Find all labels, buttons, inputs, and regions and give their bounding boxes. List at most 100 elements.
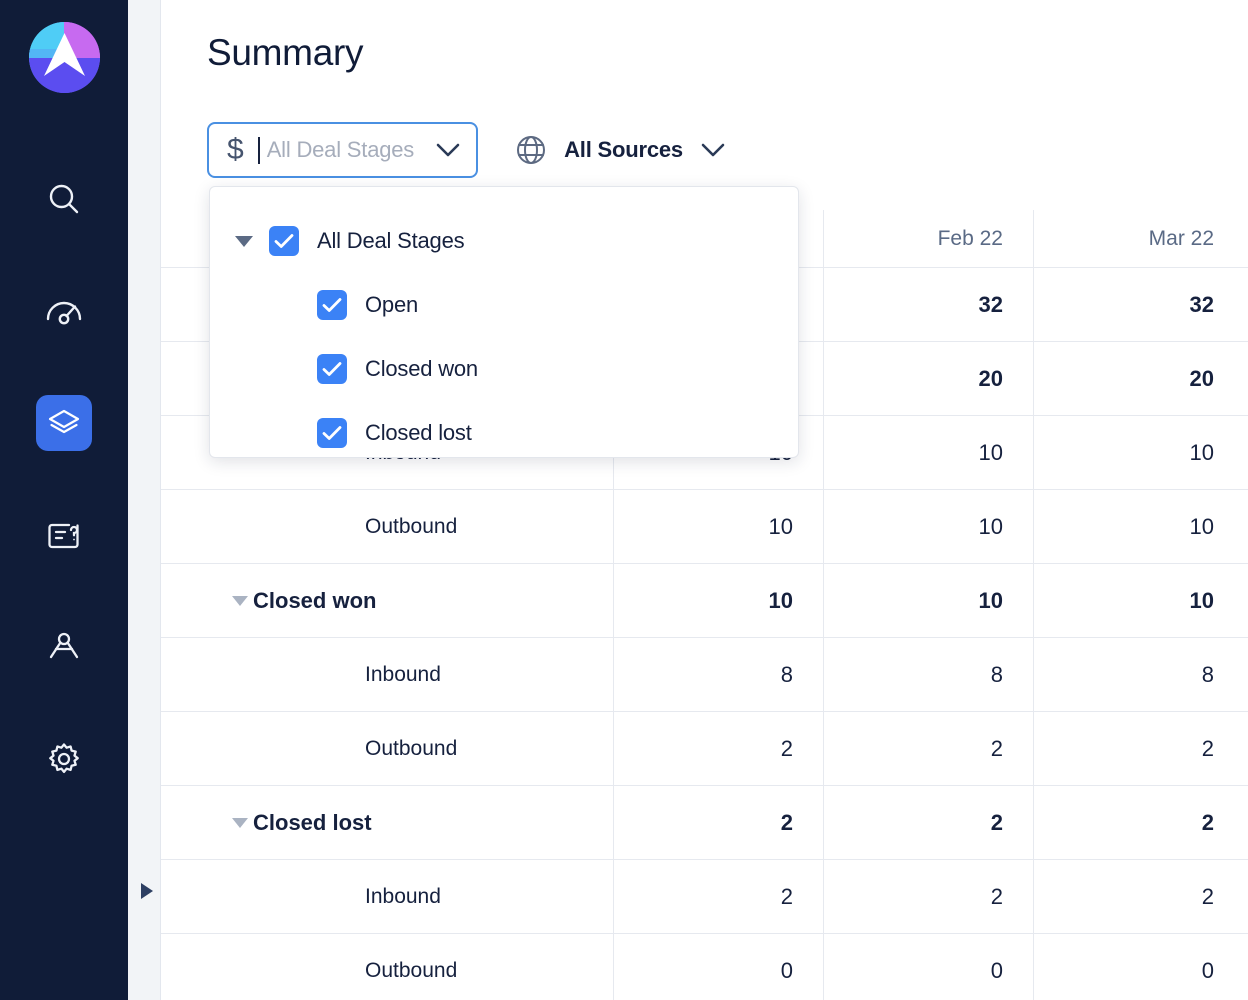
table-cell-value: 10 [1189,513,1214,539]
table-cell: 10 [824,416,1034,489]
sidebar [0,0,128,1000]
table-cell: 8 [614,638,824,711]
table-row-label-cell: Closed won [161,564,614,637]
question-card-icon [46,519,82,551]
caret-down-icon[interactable] [227,595,253,607]
table-cell: 10 [1034,564,1244,637]
table-cell: 10 [1034,416,1244,489]
table-cell-value: 8 [990,661,1003,687]
table-header-mar: Mar 22 [1148,226,1214,250]
table-cell: 10 [824,564,1034,637]
table-cell-value: 0 [990,957,1003,983]
table-row-label-cell: Inbound [161,638,614,711]
table-cell-value: 2 [990,809,1003,835]
gear-icon [46,741,82,777]
dropdown-option[interactable]: All Deal Stages [210,209,798,273]
table-cell-value: 8 [1201,661,1214,687]
collapsed-panel-gutter [128,0,161,1000]
source-filter[interactable]: All Sources [514,133,725,167]
caret-down-icon[interactable] [231,235,257,248]
table-row-label-cell: Outbound [161,712,614,785]
table-cell-value: 0 [1201,957,1214,983]
dropdown-option[interactable]: Closed won [210,337,798,401]
table-cell: 0 [614,934,824,1000]
table-cell-value: 2 [990,735,1003,761]
dropdown-option-label: All Deal Stages [317,228,465,253]
sidebar-item-summary[interactable] [36,395,92,451]
table-row: Closed won 10 10 10 [161,564,1248,638]
table-cell: 2 [1034,712,1244,785]
table-row-label: Outbound [365,514,458,538]
search-icon [46,181,82,217]
sidebar-item-performance[interactable] [36,283,92,339]
table-cell: 0 [1034,934,1244,1000]
table-cell-value: 10 [768,587,793,613]
table-cell: 10 [614,564,824,637]
sidebar-item-planning[interactable] [36,619,92,675]
dropdown-option-label: Open [365,292,419,317]
deal-stage-filter[interactable]: $ All Deal Stages [207,122,479,178]
table-header-feb: Feb 22 [824,210,1034,267]
checkbox-checked[interactable] [317,290,347,320]
dropdown-option-label: Closed lost [365,420,472,445]
table-row-label-cell: Closed lost [161,786,614,859]
table-cell: 2 [614,860,824,933]
table-cell-value: 10 [978,587,1003,613]
table-cell-value: 10 [978,513,1003,539]
table-cell: 8 [1034,638,1244,711]
dropdown-option-label: Closed won [365,356,478,381]
table-cell: 20 [824,342,1034,415]
table-row-label: Outbound [365,736,458,760]
table-cell-value: 2 [990,883,1003,909]
table-cell-value: 10 [1189,439,1214,465]
chevron-down-icon[interactable] [701,143,725,158]
dropdown-option[interactable]: Closed lost [210,401,798,465]
compass-icon [47,630,81,664]
source-filter-label: All Sources [564,137,683,162]
checkbox-checked[interactable] [317,354,347,384]
table-cell-value: 8 [780,661,793,687]
table-row: Outbound 0 0 0 [161,934,1248,1000]
table-cell: 2 [824,712,1034,785]
table-row-label-cell: Outbound [161,490,614,563]
table-cell-value: 20 [1189,365,1214,391]
table-cell-value: 10 [768,513,793,539]
table-cell-value: 2 [1201,883,1214,909]
deal-stage-input-placeholder[interactable]: All Deal Stages [267,137,415,163]
table-cell: 32 [824,268,1034,341]
sidebar-item-faq[interactable] [36,507,92,563]
table-cell-value: 2 [780,809,793,835]
table-row: Closed lost 2 2 2 [161,786,1248,860]
sidebar-item-search[interactable] [36,171,92,227]
table-cell: 2 [824,786,1034,859]
table-cell: 2 [1034,786,1244,859]
table-cell: 2 [614,712,824,785]
table-cell: 10 [1034,490,1244,563]
expand-sidebar-button[interactable] [136,880,158,906]
table-row: Inbound 2 2 2 [161,860,1248,934]
table-cell: 2 [824,860,1034,933]
caret-down-icon[interactable] [227,817,253,829]
table-row: Outbound 2 2 2 [161,712,1248,786]
table-row-label-cell: Inbound [161,860,614,933]
page-title: Summary [207,32,364,73]
table-row: Outbound 10 10 10 [161,490,1248,564]
expand-sidebar-icon [140,882,154,905]
text-cursor [257,136,260,164]
table-row-label: Inbound [365,884,441,908]
chevron-down-icon[interactable] [436,143,460,158]
table-cell-value: 2 [780,735,793,761]
sidebar-item-settings[interactable] [36,731,92,787]
table-row-label: Closed won [253,587,377,613]
table-cell-value: 10 [1189,587,1214,613]
table-cell: 20 [1034,342,1244,415]
checkbox-checked[interactable] [269,226,299,256]
checkbox-checked[interactable] [317,418,347,448]
dropdown-option[interactable]: Open [210,273,798,337]
main-content: Summary $ All Deal Stages All Sources Fe… [161,0,1248,1000]
table-row: Inbound 8 8 8 [161,638,1248,712]
deal-stage-dropdown-panel[interactable]: All Deal Stages Open Closed won Closed lost [209,186,799,458]
table-cell: 10 [614,490,824,563]
brand-logo[interactable] [28,22,100,93]
table-row-label-cell: Outbound [161,934,614,1000]
